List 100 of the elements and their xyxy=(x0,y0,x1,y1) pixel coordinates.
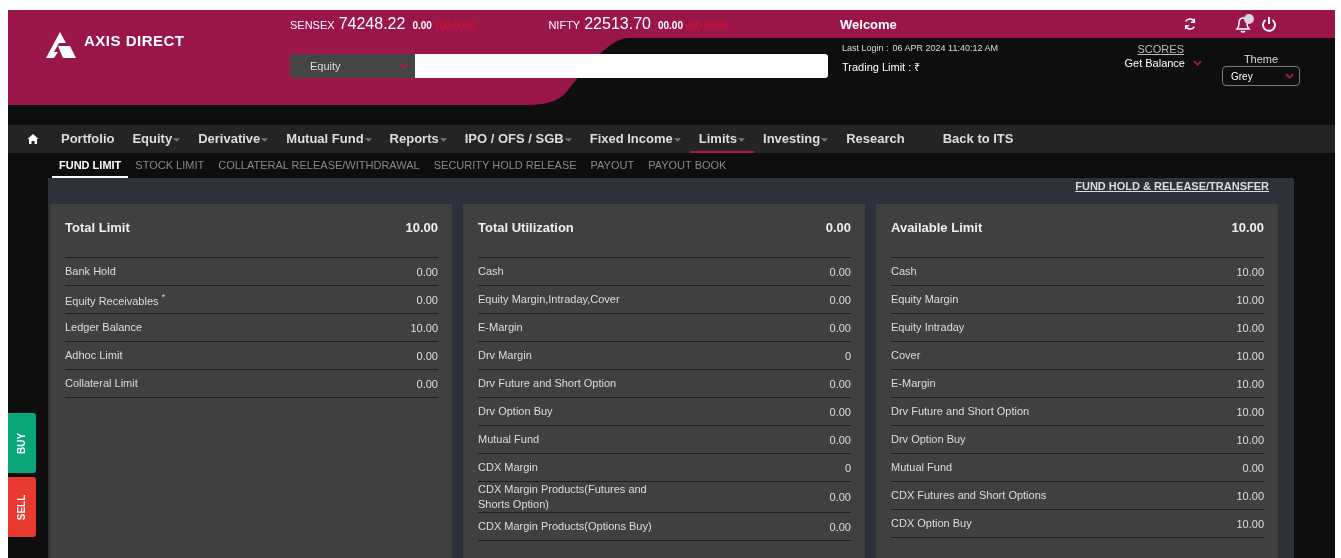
row-value: 0 xyxy=(844,349,851,362)
row-label: Cover xyxy=(891,348,921,363)
row-value: 10.00 xyxy=(1236,517,1264,530)
theme-select[interactable]: Grey xyxy=(1222,66,1300,86)
row-value: 0.00 xyxy=(1242,461,1264,474)
scores-link[interactable]: SCORES xyxy=(1137,43,1184,55)
sub-tab[interactable]: COLLATERAL RELEASE/WITHDRAWAL xyxy=(211,153,427,178)
nav-menu-item[interactable]: Equity xyxy=(123,125,190,153)
row-label: Collateral Limit xyxy=(65,376,138,391)
sub-tab[interactable]: SECURITY HOLD RELEASE xyxy=(426,153,584,178)
sub-tab[interactable]: PAYOUT BOOK xyxy=(641,153,734,178)
row-label: Drv Option Buy xyxy=(478,404,553,419)
card-total: 10.00 xyxy=(1231,220,1264,237)
index-percent: (00.00%) xyxy=(435,20,477,31)
row-label: Mutual Fund xyxy=(478,432,540,447)
row-label: Bank Hold xyxy=(65,264,116,279)
nav-menu-item[interactable]: Derivative xyxy=(189,125,278,153)
row-label: CDX Margin Products(Futures and Shorts Option) xyxy=(478,482,648,512)
row-label: Mutual Fund xyxy=(891,460,953,475)
trading-limit: Trading Limit : ₹ xyxy=(842,60,922,74)
index-name: NIFTY xyxy=(548,19,581,31)
row-label: CDX Futures and Short Options xyxy=(891,488,1047,503)
last-login-time: 06 APR 2024 11:40:12 AM xyxy=(892,43,998,53)
row-value: 0.00 xyxy=(829,405,851,418)
row-value: 0.00 xyxy=(829,433,851,446)
row-value: 10.00 xyxy=(1236,489,1264,502)
row-value: 0.00 xyxy=(829,293,851,306)
row-label: Cash xyxy=(478,264,504,279)
index-change: 0.00 xyxy=(412,20,432,31)
row-value: 0.00 xyxy=(829,377,851,390)
row-label: Equity Margin xyxy=(891,292,959,307)
row-value: 0.00 xyxy=(416,377,438,390)
row-label: Equity Receivables $^{*}$ xyxy=(65,291,166,309)
brand-name: AXIS DIRECT xyxy=(84,32,185,49)
row-value: 0.00 xyxy=(829,520,851,533)
nav-menu-item[interactable]: Research xyxy=(837,125,914,153)
segment-dropdown[interactable]: Equity xyxy=(290,54,415,78)
row-value: 10.00 xyxy=(1236,265,1264,278)
row-value: 10.00 xyxy=(1236,293,1264,306)
search-field[interactable] xyxy=(415,54,828,78)
card-title: Total Limit xyxy=(65,220,130,237)
card-title: Total Utilization xyxy=(478,220,574,237)
row-value: 0.00 xyxy=(829,491,851,503)
row-value: 0.00 xyxy=(416,349,438,362)
theme-label: Theme xyxy=(1243,53,1279,65)
row-value: 10.00 xyxy=(1236,433,1264,446)
row-value: 10.00 xyxy=(410,321,438,334)
nav-menu-item[interactable]: Portfolio xyxy=(52,125,124,153)
nav-menu-item[interactable]: IPO / OFS / SGB xyxy=(455,125,581,153)
row-value: 10.00 xyxy=(1236,349,1264,362)
refresh-icon[interactable] xyxy=(1183,17,1197,31)
last-login-label: Last Login : xyxy=(842,43,889,53)
row-label: Drv Future and Short Option xyxy=(891,404,1030,419)
card-total: 10.00 xyxy=(405,220,438,237)
nav-menu-item[interactable]: Mutual Fund xyxy=(277,125,381,153)
row-value: 0.00 xyxy=(829,321,851,334)
row-value: 10.00 xyxy=(1236,377,1264,390)
row-label: Adhoc Limit xyxy=(65,348,123,363)
row-label: Cash xyxy=(891,264,917,279)
row-label: Ledger Balance xyxy=(65,320,143,335)
index-value: 74248.22 xyxy=(338,15,406,33)
row-value: 0.00 xyxy=(416,265,438,278)
row-label: Equity Intraday xyxy=(891,320,965,335)
sub-tab[interactable]: PAYOUT xyxy=(583,153,642,178)
row-value: 0 xyxy=(844,461,851,474)
row-label: E-Margin xyxy=(891,376,936,391)
row-label: E-Margin xyxy=(478,320,523,335)
power-icon[interactable] xyxy=(1261,16,1277,32)
card-total: 0.00 xyxy=(825,220,851,237)
index-percent: (00.00%) xyxy=(686,20,728,31)
nav-menu-item[interactable]: Back to ITS xyxy=(933,125,1023,153)
row-label: Drv Option Buy xyxy=(891,432,966,447)
index-value: 22513.70 xyxy=(584,15,651,33)
row-label: CDX Option Buy xyxy=(891,516,972,531)
row-label: Equity Margin,Intraday,Cover xyxy=(478,292,620,307)
get-balance-dropdown[interactable]: Get Balance xyxy=(1124,57,1202,69)
nav-menu-item[interactable]: Limits xyxy=(689,125,755,153)
caret-icon xyxy=(1285,73,1294,79)
index-name: SENSEX xyxy=(290,19,335,31)
row-value: 10.00 xyxy=(1236,321,1264,334)
nav-menu-item[interactable]: Fixed Income xyxy=(580,125,690,153)
caret-icon xyxy=(1193,60,1202,66)
row-label: CDX Margin xyxy=(478,460,538,475)
row-label: Drv Future and Short Option xyxy=(478,376,617,391)
nav-menu-item[interactable]: Reports xyxy=(380,125,456,153)
sell-button[interactable]: SELL xyxy=(8,477,36,537)
home-icon[interactable] xyxy=(27,133,39,145)
nav-menu-item[interactable]: Investing xyxy=(754,125,838,153)
row-label: CDX Margin Products(Options Buy) xyxy=(478,519,652,534)
index-change: 00.00 xyxy=(657,20,683,31)
row-value: 0.00 xyxy=(829,265,851,278)
card-title: Available Limit xyxy=(891,220,983,237)
row-label: Drv Margin xyxy=(478,348,532,363)
caret-icon xyxy=(400,63,409,69)
fund-hold-link[interactable]: FUND HOLD & RELEASE/TRANSFER xyxy=(1075,180,1269,204)
bell-icon[interactable] xyxy=(1233,14,1255,34)
welcome-title: Welcome xyxy=(840,16,898,32)
row-value: 0.00 xyxy=(416,293,438,306)
row-value: 10.00 xyxy=(1236,405,1264,418)
sub-tab[interactable]: STOCK LIMIT xyxy=(128,153,212,178)
